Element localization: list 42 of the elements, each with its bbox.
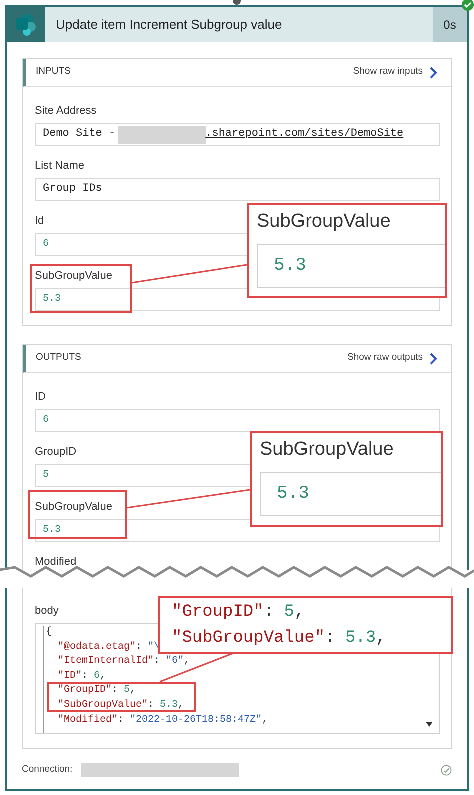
callout-label: SubGroupValue: [260, 438, 394, 462]
code-line: "Modified": "2022-10-26T18:58:47Z",: [57, 714, 268, 728]
callout-value: 5.3: [274, 254, 306, 278]
chevron-right-icon: [429, 352, 437, 364]
field-value: 5: [43, 469, 50, 483]
scroll-down-icon[interactable]: [426, 722, 433, 727]
show-raw-link[interactable]: Show raw outputs: [347, 351, 437, 366]
field-value: Group IDs: [43, 182, 102, 198]
field-label: ID: [35, 391, 46, 404]
callout-code-line: "SubGroupValue": 5.3,: [172, 628, 386, 650]
field-label: SubGroupValue: [35, 501, 112, 514]
code-line: "GroupID": 5,: [57, 684, 136, 698]
callout-label: SubGroupValue: [257, 210, 391, 234]
field-label: List Name: [35, 160, 85, 173]
duration-badge: 0s: [433, 7, 467, 42]
code-line: "ID": 6,: [57, 670, 106, 684]
field-label: GroupID: [35, 446, 77, 459]
code-line: "ItemInternalId": "6",: [57, 655, 190, 670]
code-line: "SubGroupValue": 5.3,: [57, 698, 184, 713]
check-circle-icon: [441, 764, 452, 776]
field-value: 6: [43, 414, 50, 428]
card-title: Update item Increment Subgroup value: [56, 16, 282, 34]
site-link[interactable]: .sharepoint.com/sites/DemoSite: [206, 126, 404, 143]
card-header[interactable]: Update item Increment Subgroup value: [45, 7, 433, 42]
section-title: OUTPUTS: [36, 351, 82, 366]
field-label: SubGroupValue: [35, 270, 112, 283]
connection-label: Connection:: [22, 762, 73, 777]
field-label: Id: [35, 215, 44, 228]
field-value: Demo Site -: [43, 127, 116, 142]
sharepoint-logo-icon: [14, 12, 38, 36]
callout-code-line: "GroupID": 5,: [172, 602, 305, 624]
field-value: 5.3: [43, 524, 62, 538]
section-title: INPUTS: [36, 65, 71, 80]
show-raw-link[interactable]: Show raw inputs: [353, 65, 437, 80]
field-value: 5.3: [43, 293, 62, 307]
callout-value: 5.3: [277, 482, 310, 506]
field-label: Modified: [35, 556, 77, 569]
field-value: 6: [43, 238, 50, 252]
field-label: body: [35, 605, 59, 618]
code-line: {: [46, 626, 52, 640]
chevron-right-icon: [429, 66, 437, 78]
field-label: Site Address: [35, 105, 97, 118]
